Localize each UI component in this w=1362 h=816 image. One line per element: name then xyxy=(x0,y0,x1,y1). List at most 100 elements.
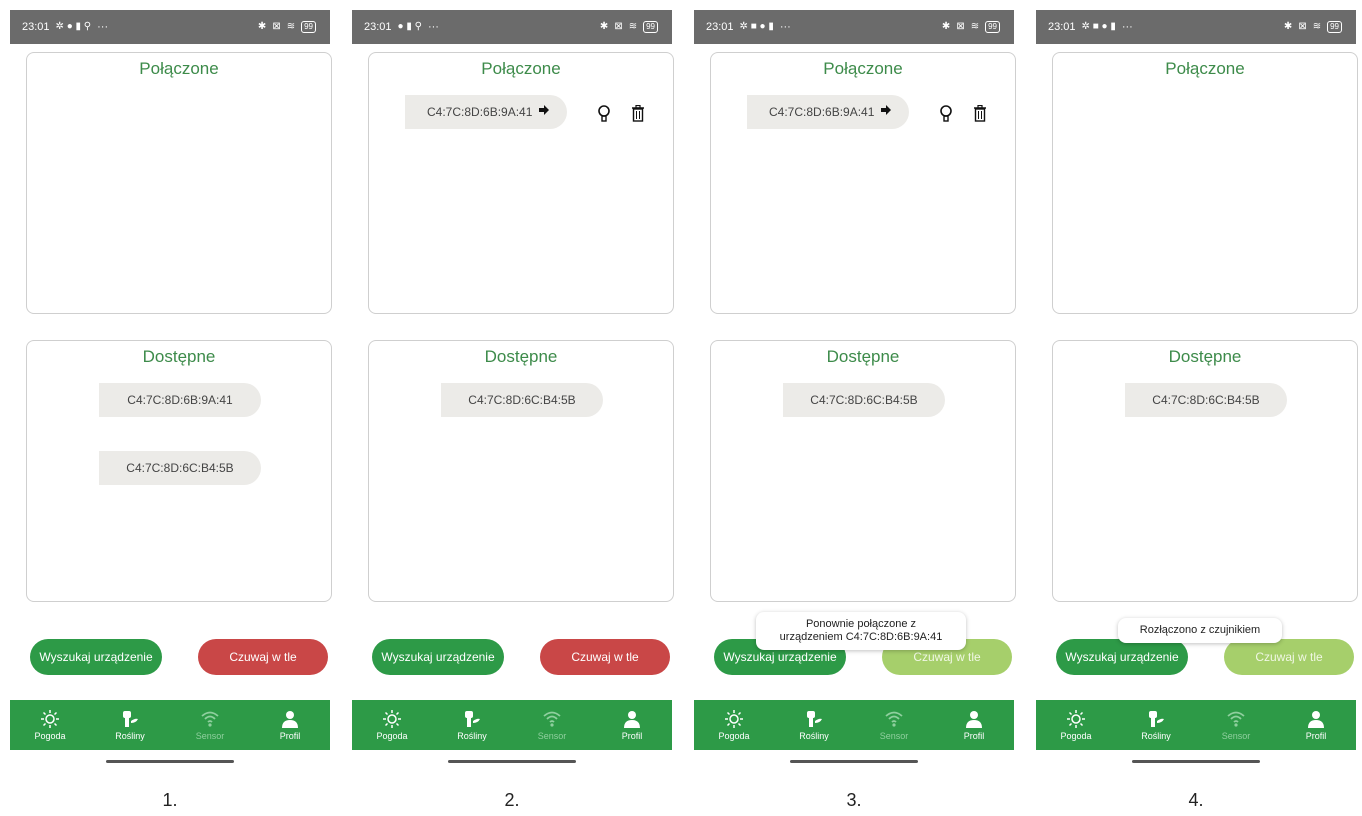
plant-icon xyxy=(807,711,822,727)
arrow-right-icon[interactable] xyxy=(881,105,891,115)
battery-icon: 99 xyxy=(1327,21,1342,33)
home-indicator xyxy=(1132,760,1260,763)
person-icon xyxy=(1308,711,1324,728)
step-label-4: 4. xyxy=(1188,790,1204,810)
wifi-sensor-icon xyxy=(201,711,219,727)
bluetooth-icon: ✱ xyxy=(257,21,267,32)
watch-background-button[interactable]: Czuwaj w tle xyxy=(540,639,670,675)
connected-card: Połączone xyxy=(1052,52,1358,314)
connected-device-label: C4:7C:8D:6B:9A:41 xyxy=(769,105,875,119)
nav-plants-label: Rośliny xyxy=(1141,731,1171,741)
available-device-chip[interactable]: C4:7C:8D:6C:B4:5B xyxy=(1125,383,1287,417)
home-indicator xyxy=(790,760,918,763)
nav-sensor-label: Sensor xyxy=(537,731,567,741)
wifi-icon: ≋ xyxy=(628,21,638,32)
lightbulb-icon[interactable] xyxy=(597,105,611,123)
bottom-nav: Pogoda Rośliny Sensor Profil xyxy=(1036,700,1356,750)
screen-2: 23:01 ● ▮ ⚲ ··· ✱ ⊠ ≋ 99 Połączone C4:7C:8D:6… xyxy=(352,10,674,768)
toast-line-1: Ponownie połączone z xyxy=(805,618,917,630)
available-device-chip[interactable]: C4:7C:8D:6C:B4:5B xyxy=(99,451,261,485)
status-more: ··· xyxy=(1121,21,1133,33)
screen-1: 23:01 ✲ ● ▮ ⚲ ··· ✱ ⊠ ≋ 99 Połączone Dostępne… xyxy=(10,10,332,768)
status-time: 23:01 xyxy=(1048,21,1076,33)
trash-icon[interactable] xyxy=(631,105,645,122)
nav-profile[interactable]: Profil xyxy=(1276,700,1356,750)
nav-weather[interactable]: Pogoda xyxy=(694,700,774,750)
search-device-button[interactable]: Wyszukaj urządzenie xyxy=(1056,639,1188,675)
battery-icon: 99 xyxy=(643,21,658,33)
status-more: ··· xyxy=(779,21,791,33)
person-icon xyxy=(966,711,982,728)
nav-weather-label: Pogoda xyxy=(1060,731,1092,741)
nav-sensor[interactable]: Sensor xyxy=(1196,700,1276,750)
nav-profile-label: Profil xyxy=(1305,731,1327,741)
nav-plants[interactable]: Rośliny xyxy=(774,700,854,750)
wifi-icon: ≋ xyxy=(286,21,296,32)
sun-icon xyxy=(41,710,59,728)
sim-icon: ⊠ xyxy=(956,21,965,32)
watch-background-button[interactable]: Czuwaj w tle xyxy=(198,639,328,675)
bluetooth-icon: ✱ xyxy=(1283,21,1293,32)
nav-sensor[interactable]: Sensor xyxy=(854,700,934,750)
available-title: Dostępne xyxy=(484,347,558,366)
nav-weather-label: Pogoda xyxy=(376,731,408,741)
bottom-nav: Pogoda Rośliny Sensor Profil xyxy=(10,700,330,750)
status-time: 23:01 xyxy=(706,21,734,33)
nav-plants[interactable]: Rośliny xyxy=(1116,700,1196,750)
lightbulb-icon[interactable] xyxy=(939,105,953,123)
notification-icons: ✲ ● ▮ ⚲ xyxy=(55,21,92,32)
status-more: ··· xyxy=(427,21,439,33)
bluetooth-icon: ✱ xyxy=(599,21,609,32)
nav-weather-label: Pogoda xyxy=(718,731,750,741)
wifi-icon: ≋ xyxy=(1312,21,1322,32)
connected-title: Połączone xyxy=(139,59,219,78)
connected-card: Połączone C4:7C:8D:6B:9A:41 xyxy=(710,52,1016,314)
nav-profile[interactable]: Profil xyxy=(250,700,330,750)
sun-icon xyxy=(383,710,401,728)
nav-profile[interactable]: Profil xyxy=(934,700,1014,750)
home-indicator xyxy=(106,760,234,763)
nav-profile[interactable]: Profil xyxy=(592,700,672,750)
person-icon xyxy=(282,711,298,728)
connected-device-label: C4:7C:8D:6B:9A:41 xyxy=(427,105,533,119)
nav-weather[interactable]: Pogoda xyxy=(10,700,90,750)
connected-device-chip[interactable]: C4:7C:8D:6B:9A:41 xyxy=(747,95,909,129)
nav-plants[interactable]: Rośliny xyxy=(432,700,512,750)
search-device-button[interactable]: Wyszukaj urządzenie xyxy=(30,639,162,675)
sun-icon xyxy=(1067,710,1085,728)
plant-icon xyxy=(1149,711,1164,727)
nav-profile-label: Profil xyxy=(621,731,643,741)
connected-device-chip[interactable]: C4:7C:8D:6B:9A:41 xyxy=(405,95,567,129)
screen-4: 23:01 ✲ ■ ● ▮ ··· ✱ ⊠ ≋ 99 Połączone Dostępne… xyxy=(1036,10,1358,768)
available-device-chip[interactable]: C4:7C:8D:6C:B4:5B xyxy=(441,383,603,417)
sim-icon: ⊠ xyxy=(1298,21,1307,32)
notification-icons: ● ▮ ⚲ xyxy=(397,21,422,32)
search-device-button[interactable]: Wyszukaj urządzenie xyxy=(372,639,504,675)
arrow-right-icon[interactable] xyxy=(539,105,549,115)
nav-sensor[interactable]: Sensor xyxy=(170,700,250,750)
status-bar: 23:01 ✲ ■ ● ▮ ··· ✱ ⊠ ≋ 99 xyxy=(1036,10,1356,44)
nav-weather[interactable]: Pogoda xyxy=(1036,700,1116,750)
step-label-1: 1. xyxy=(162,790,178,810)
available-device-chip[interactable]: C4:7C:8D:6C:B4:5B xyxy=(783,383,945,417)
bluetooth-icon: ✱ xyxy=(941,21,951,32)
toast-disconnected: Rozłączono z czujnikiem xyxy=(1118,618,1282,643)
trash-icon[interactable] xyxy=(973,105,987,122)
status-more: ··· xyxy=(97,21,109,33)
watch-background-button[interactable]: Czuwaj w tle xyxy=(1224,639,1354,675)
available-card: Dostępne C4:7C:8D:6C:B4:5B xyxy=(368,340,674,602)
sun-icon xyxy=(725,710,743,728)
nav-sensor[interactable]: Sensor xyxy=(512,700,592,750)
available-device-chip[interactable]: C4:7C:8D:6B:9A:41 xyxy=(99,383,261,417)
status-bar: 23:01 ● ▮ ⚲ ··· ✱ ⊠ ≋ 99 xyxy=(352,10,672,44)
available-card: Dostępne C4:7C:8D:6C:B4:5B xyxy=(1052,340,1358,602)
nav-profile-label: Profil xyxy=(279,731,301,741)
nav-weather[interactable]: Pogoda xyxy=(352,700,432,750)
status-bar: 23:01 ✲ ● ▮ ⚲ ··· ✱ ⊠ ≋ 99 xyxy=(10,10,330,44)
available-title: Dostępne xyxy=(142,347,216,366)
nav-plants-label: Rośliny xyxy=(799,731,829,741)
wifi-icon: ≋ xyxy=(970,21,980,32)
person-icon xyxy=(624,711,640,728)
home-indicator xyxy=(448,760,576,763)
nav-plants[interactable]: Rośliny xyxy=(90,700,170,750)
